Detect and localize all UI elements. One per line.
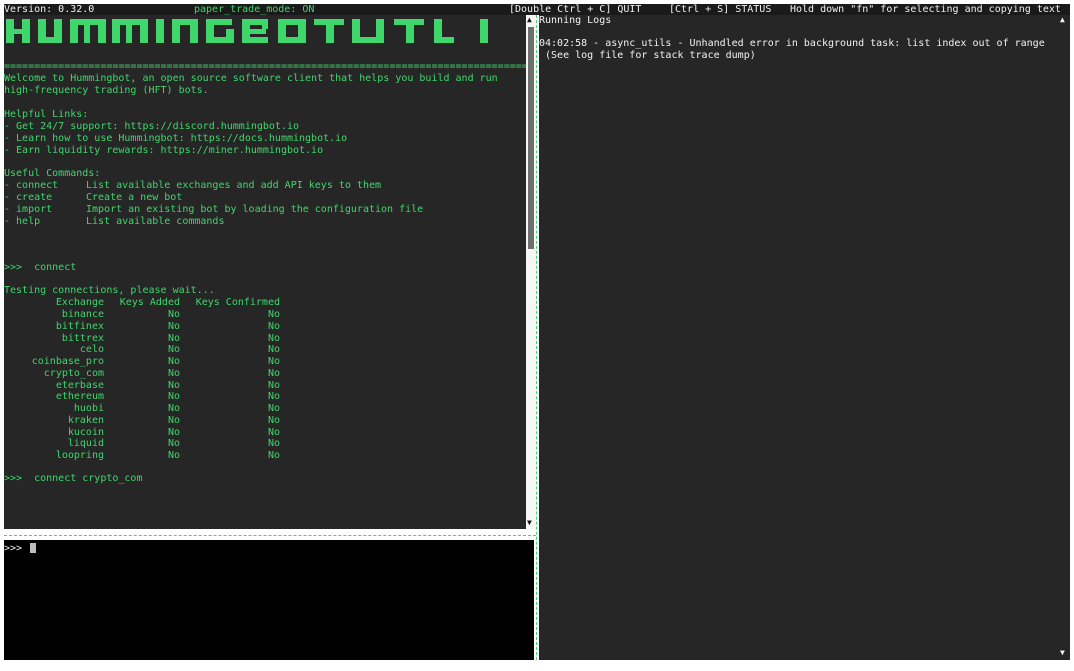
keys-confirmed-cell: No <box>267 309 280 320</box>
testing-connections-text: Testing connections, please wait... <box>4 285 215 296</box>
link-docs: - Learn how to use Hummingbot: https://d… <box>4 133 348 144</box>
keys-added-cell: No <box>167 391 180 403</box>
command-help: - help <box>4 216 41 227</box>
table-header-keys-confirmed: Keys Confirmed <box>195 297 280 308</box>
entered-command-connect-crypto-com: >>> connect crypto_com <box>4 473 143 484</box>
command-import-desc: Import an existing bot by loading the co… <box>86 204 424 215</box>
output-scrollbar[interactable]: ▲ ▼ <box>526 15 536 529</box>
exchange-name-cell: bitfinex <box>55 320 104 332</box>
command-input-pane[interactable]: >>> <box>4 540 534 660</box>
table-header-exchange: Exchange <box>55 297 104 308</box>
separator-line: ========================================… <box>4 61 526 72</box>
keys-added-cell: No <box>167 414 180 426</box>
keys-confirmed-cell: No <box>267 320 280 332</box>
command-create-desc: Create a new bot <box>86 192 183 203</box>
command-help-desc: List available commands <box>86 216 225 227</box>
keys-added-cell: No <box>167 367 180 379</box>
exchange-name-cell: kucoin <box>67 426 104 438</box>
keys-confirmed-cell: No <box>267 344 280 356</box>
keys-added-cell: No <box>167 309 180 320</box>
text-cursor <box>30 543 36 553</box>
keys-added-cell: No <box>167 332 180 344</box>
exchange-name-cell: bittrex <box>61 332 104 344</box>
exchange-name-cell: liquid <box>67 438 104 450</box>
running-logs-pane[interactable]: Running Logs 04:02:58 - async_utils - Un… <box>539 15 1059 660</box>
scroll-down-arrow-icon[interactable]: ▼ <box>527 519 532 527</box>
command-connect: - connect <box>4 180 59 191</box>
paper-trade-mode-label: paper_trade_mode: ON <box>194 4 315 15</box>
scroll-up-arrow-icon[interactable]: ▲ <box>527 16 532 24</box>
command-import: - import <box>4 204 53 215</box>
exchange-name-cell: kraken <box>67 414 104 426</box>
welcome-text-2: high-frequency trading (HFT) bots. <box>4 85 209 96</box>
keys-confirmed-cell: No <box>267 391 280 403</box>
link-support: - Get 24/7 support: https://discord.humm… <box>4 121 300 132</box>
running-logs-title: Running Logs <box>539 15 612 26</box>
keys-added-cell: No <box>167 356 180 367</box>
exchange-name-cell: celo <box>79 344 104 356</box>
helpful-links-title: Helpful Links: <box>4 109 89 120</box>
log-entry-detail: (See log file for stack trace dump) <box>539 50 756 61</box>
output-scrollbar-thumb[interactable] <box>528 27 534 249</box>
useful-commands-title: Useful Commands: <box>4 168 101 179</box>
keys-added-cell: No <box>167 438 180 450</box>
scroll-down-arrow-icon[interactable]: ▼ <box>1060 649 1065 657</box>
vertical-divider <box>536 15 538 660</box>
exchange-name-cell: binance <box>61 309 104 320</box>
keys-confirmed-cell: No <box>267 379 280 391</box>
keys-confirmed-cell: No <box>267 414 280 426</box>
version-label: Version: 0.32.0 <box>4 4 95 15</box>
hummingbot-ascii-logo <box>6 19 488 43</box>
link-miner: - Earn liquidity rewards: https://miner.… <box>4 145 324 156</box>
entered-command-connect: >>> connect <box>4 262 77 273</box>
status-shortcut-label: [Ctrl + S] STATUS <box>669 4 772 15</box>
keys-confirmed-cell: No <box>267 426 280 438</box>
keys-added-cell: No <box>167 320 180 332</box>
keys-added-cell: No <box>167 403 180 414</box>
keys-added-cell: No <box>167 426 180 438</box>
exchange-name-cell: loopring <box>55 450 104 461</box>
keys-confirmed-cell: No <box>267 403 280 414</box>
keys-added-cell: No <box>167 344 180 356</box>
keys-confirmed-cell: No <box>267 332 280 344</box>
exchange-name-cell: ethereum <box>55 391 104 403</box>
quit-shortcut-label: [Double Ctrl + C] QUIT <box>509 4 642 15</box>
keys-added-cell: No <box>167 379 180 391</box>
top-status-bar: Version: 0.32.0 paper_trade_mode: ON [Do… <box>4 4 1070 15</box>
command-create: - create <box>4 192 53 203</box>
table-header-keys-added: Keys Added <box>119 297 180 308</box>
fn-hint-label: Hold down "fn" for selecting and copying… <box>790 4 1061 15</box>
keys-confirmed-cell: No <box>267 367 280 379</box>
keys-confirmed-cell: No <box>267 356 280 367</box>
output-pane[interactable]: ========================================… <box>4 15 526 529</box>
keys-confirmed-cell: No <box>267 438 280 450</box>
scroll-up-arrow-icon[interactable]: ▲ <box>1060 16 1065 24</box>
log-entry: 04:02:58 - async_utils - Unhandled error… <box>539 38 1045 49</box>
exchange-name-cell: eterbase <box>55 379 104 391</box>
exchange-name-cell: crypto_com <box>43 367 104 379</box>
exchange-name-cell: huobi <box>73 403 104 414</box>
keys-added-cell: No <box>167 450 180 461</box>
welcome-text-1: Welcome to Hummingbot, an open source so… <box>4 73 498 84</box>
command-connect-desc: List available exchanges and add API key… <box>86 180 382 191</box>
input-prompt: >>> <box>4 543 23 554</box>
logs-scrollbar[interactable]: ▲ ▼ <box>1059 15 1070 660</box>
keys-confirmed-cell: No <box>267 450 280 461</box>
exchange-name-cell: coinbase_pro <box>31 356 104 367</box>
pane-divider <box>4 535 536 536</box>
